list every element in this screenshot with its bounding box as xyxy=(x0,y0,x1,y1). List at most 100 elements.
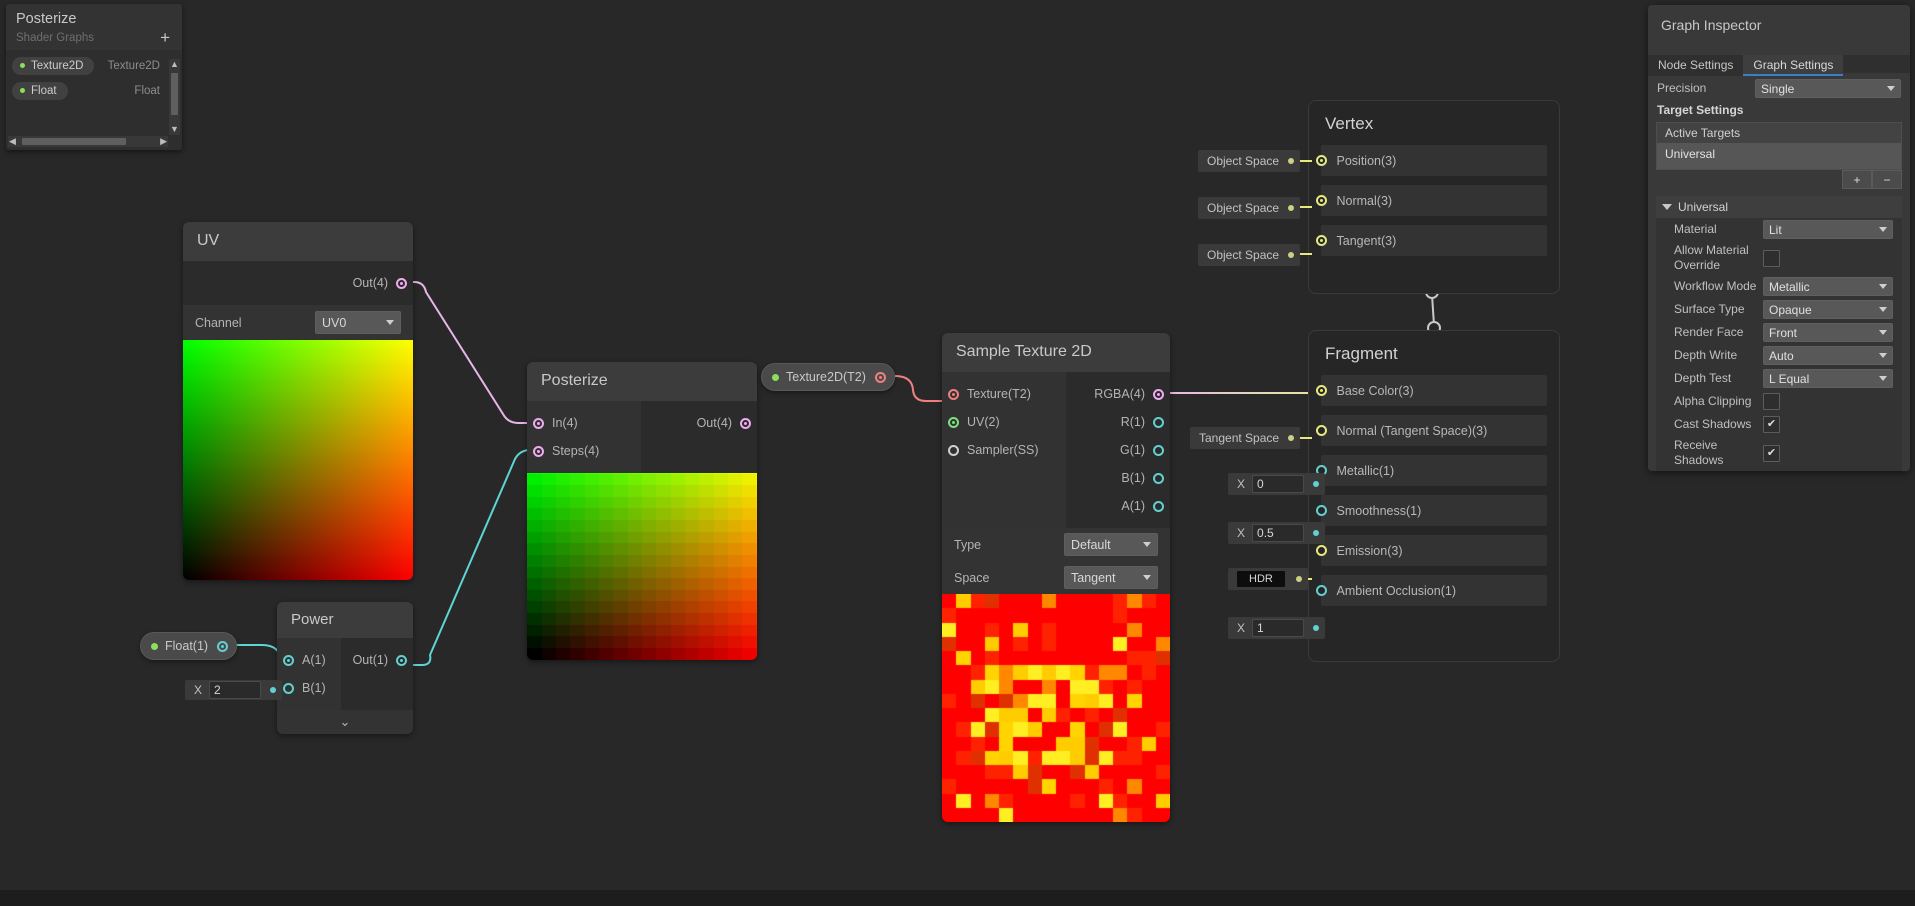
sample-type-dropdown[interactable]: Default xyxy=(1064,533,1158,556)
port-posterize-in[interactable]: In(4) xyxy=(527,409,641,437)
port-dot-icon[interactable] xyxy=(533,417,544,429)
power-collapse-bar[interactable]: ⌄ xyxy=(277,710,413,734)
port-dot-icon[interactable] xyxy=(1315,585,1327,596)
master-row-base-color[interactable]: Base Color(3) xyxy=(1315,375,1547,406)
port-dot-icon[interactable] xyxy=(1315,155,1327,166)
port-sample-a[interactable]: A(1) xyxy=(1066,492,1170,520)
port-dot-icon[interactable] xyxy=(948,388,959,400)
node-sample-texture-2d[interactable]: Sample Texture 2D Texture(T2) UV(2) Samp… xyxy=(942,333,1170,822)
port-dot-icon[interactable] xyxy=(1315,505,1327,516)
port-dot-icon[interactable] xyxy=(1315,545,1327,556)
port-dot-icon[interactable] xyxy=(948,416,959,428)
master-row-metallic[interactable]: Metallic(1) xyxy=(1315,455,1547,486)
alpha-clipping-checkbox[interactable] xyxy=(1763,393,1780,410)
vertex-tangent-space-widget[interactable]: Object Space xyxy=(1198,244,1301,266)
graph-inspector-panel[interactable]: Graph Inspector Node Settings Graph Sett… xyxy=(1648,5,1910,471)
port-sample-texture[interactable]: Texture(T2) xyxy=(942,380,1066,408)
vertex-normal-space-widget[interactable]: Object Space xyxy=(1198,197,1301,219)
master-row-emission[interactable]: Emission(3) xyxy=(1315,535,1547,566)
port-dot-icon[interactable] xyxy=(1153,472,1164,484)
uv-channel-dropdown[interactable]: UV0 xyxy=(315,311,401,334)
triangle-down-icon[interactable] xyxy=(1662,204,1672,210)
sample-type-control[interactable]: Type Default xyxy=(942,528,1170,561)
node-vertex-master[interactable]: Vertex Position(3) Normal(3) Tangent(3) xyxy=(1308,100,1560,294)
scrollbar-thumb[interactable] xyxy=(171,72,178,115)
scroll-down-arrow-icon[interactable]: ▼ xyxy=(170,124,179,135)
port-power-a[interactable]: A(1) xyxy=(277,646,341,674)
token-float-property[interactable]: Float(1) xyxy=(140,632,238,660)
port-dot-icon[interactable] xyxy=(283,682,294,694)
setting-row-alpha-clipping[interactable]: Alpha Clipping xyxy=(1656,390,1902,413)
add-target-button[interactable]: + xyxy=(1842,170,1872,189)
master-row-tangent[interactable]: Tangent(3) xyxy=(1315,225,1547,256)
port-dot-icon[interactable] xyxy=(217,640,229,652)
port-dot-icon[interactable] xyxy=(1315,195,1327,206)
tab-graph-settings[interactable]: Graph Settings xyxy=(1743,55,1844,76)
surface-type-dropdown[interactable]: Opaque xyxy=(1763,300,1893,319)
tab-node-settings[interactable]: Node Settings xyxy=(1648,55,1744,76)
setting-row-render-face[interactable]: Render Face Front xyxy=(1656,321,1902,344)
sample-space-dropdown[interactable]: Tangent xyxy=(1064,566,1158,589)
blackboard-vertical-scrollbar[interactable]: ▲ ▼ xyxy=(169,58,180,135)
scroll-left-arrow-icon[interactable]: ◀ xyxy=(9,136,16,147)
master-row-position[interactable]: Position(3) xyxy=(1315,145,1547,176)
setting-row-depth-write[interactable]: Depth Write Auto xyxy=(1656,344,1902,367)
active-targets-box[interactable]: Active Targets Universal xyxy=(1656,122,1902,170)
fragment-ambient-occlusion-widget[interactable]: X xyxy=(1228,617,1326,639)
target-buttons[interactable]: + − xyxy=(1656,170,1902,189)
setting-row-allow-material-override[interactable]: Allow Material Override xyxy=(1656,241,1902,275)
setting-row-receive-shadows[interactable]: Receive Shadows ✔ xyxy=(1656,436,1902,470)
port-sample-rgba[interactable]: RGBA(4) xyxy=(1066,380,1170,408)
blackboard-panel[interactable]: Posterize Shader Graphs + Texture2D Text… xyxy=(6,4,182,150)
port-uv-out[interactable]: Out(4) xyxy=(183,269,413,297)
port-dot-icon[interactable] xyxy=(1315,235,1327,246)
master-row-smoothness[interactable]: Smoothness(1) xyxy=(1315,495,1547,526)
inspector-precision-row[interactable]: Precision Single xyxy=(1648,77,1910,100)
port-dot-icon[interactable] xyxy=(1153,388,1164,400)
port-sample-r[interactable]: R(1) xyxy=(1066,408,1170,436)
precision-dropdown[interactable]: Single xyxy=(1755,79,1901,98)
port-dot-icon[interactable] xyxy=(740,417,751,429)
scrollbar-thumb[interactable] xyxy=(22,137,126,145)
depth-write-dropdown[interactable]: Auto xyxy=(1763,346,1893,365)
port-sample-g[interactable]: G(1) xyxy=(1066,436,1170,464)
blackboard-property-row[interactable]: Texture2D Texture2D xyxy=(12,56,160,75)
material-dropdown[interactable]: Lit xyxy=(1763,220,1893,239)
inspector-tabs[interactable]: Node Settings Graph Settings xyxy=(1648,55,1910,76)
setting-row-material[interactable]: Material Lit xyxy=(1656,218,1902,241)
sample-space-control[interactable]: Space Tangent xyxy=(942,561,1170,594)
vertex-position-space-widget[interactable]: Object Space xyxy=(1198,150,1301,172)
power-b-default-widget[interactable]: X xyxy=(185,680,283,700)
property-pill-texture2d[interactable]: Texture2D xyxy=(12,56,95,75)
setting-row-depth-test[interactable]: Depth Test L Equal xyxy=(1656,367,1902,390)
token-texture2d-property[interactable]: Texture2D(T2) xyxy=(761,363,895,391)
metallic-value-input[interactable] xyxy=(1252,475,1305,493)
blackboard-property-list[interactable]: Texture2D Texture2D Float Float ▲ ▼ ◀ ▶ xyxy=(6,56,182,149)
active-target-item[interactable]: Universal xyxy=(1657,143,1901,169)
port-dot-icon[interactable] xyxy=(948,444,959,456)
port-dot-icon[interactable] xyxy=(396,277,407,289)
node-fragment-master[interactable]: Fragment Base Color(3) Normal (Tangent S… xyxy=(1308,330,1560,662)
universal-target-panel[interactable]: Universal Material Lit Allow Material Ov… xyxy=(1656,196,1902,471)
port-posterize-steps[interactable]: Steps(4) xyxy=(527,437,641,465)
port-dot-icon[interactable] xyxy=(1153,444,1164,456)
fragment-smoothness-widget[interactable]: X xyxy=(1228,522,1326,544)
receive-shadows-checkbox[interactable]: ✔ xyxy=(1763,444,1780,462)
port-sample-uv[interactable]: UV(2) xyxy=(942,408,1066,436)
blackboard-horizontal-scrollbar[interactable]: ◀ ▶ xyxy=(8,135,168,147)
universal-foldout-header[interactable]: Universal xyxy=(1656,196,1902,218)
port-dot-icon[interactable] xyxy=(1153,500,1164,512)
setting-row-workflow-mode[interactable]: Workflow Mode Metallic xyxy=(1656,275,1902,298)
fragment-metallic-widget[interactable]: X xyxy=(1228,473,1326,495)
emission-hdr-badge[interactable]: HDR xyxy=(1237,571,1285,587)
blackboard-property-row[interactable]: Float Float xyxy=(12,81,160,100)
scroll-right-arrow-icon[interactable]: ▶ xyxy=(160,136,167,147)
port-dot-icon[interactable] xyxy=(396,654,407,666)
port-dot-icon[interactable] xyxy=(1315,425,1327,436)
cast-shadows-checkbox[interactable]: ✔ xyxy=(1763,416,1780,433)
node-posterize[interactable]: Posterize In(4) Steps(4) Out(4) xyxy=(527,362,757,660)
port-posterize-out[interactable]: Out(4) xyxy=(641,409,757,437)
render-face-dropdown[interactable]: Front xyxy=(1763,323,1893,342)
blackboard-add-button[interactable]: + xyxy=(160,29,172,46)
port-dot-icon[interactable] xyxy=(1153,416,1164,428)
